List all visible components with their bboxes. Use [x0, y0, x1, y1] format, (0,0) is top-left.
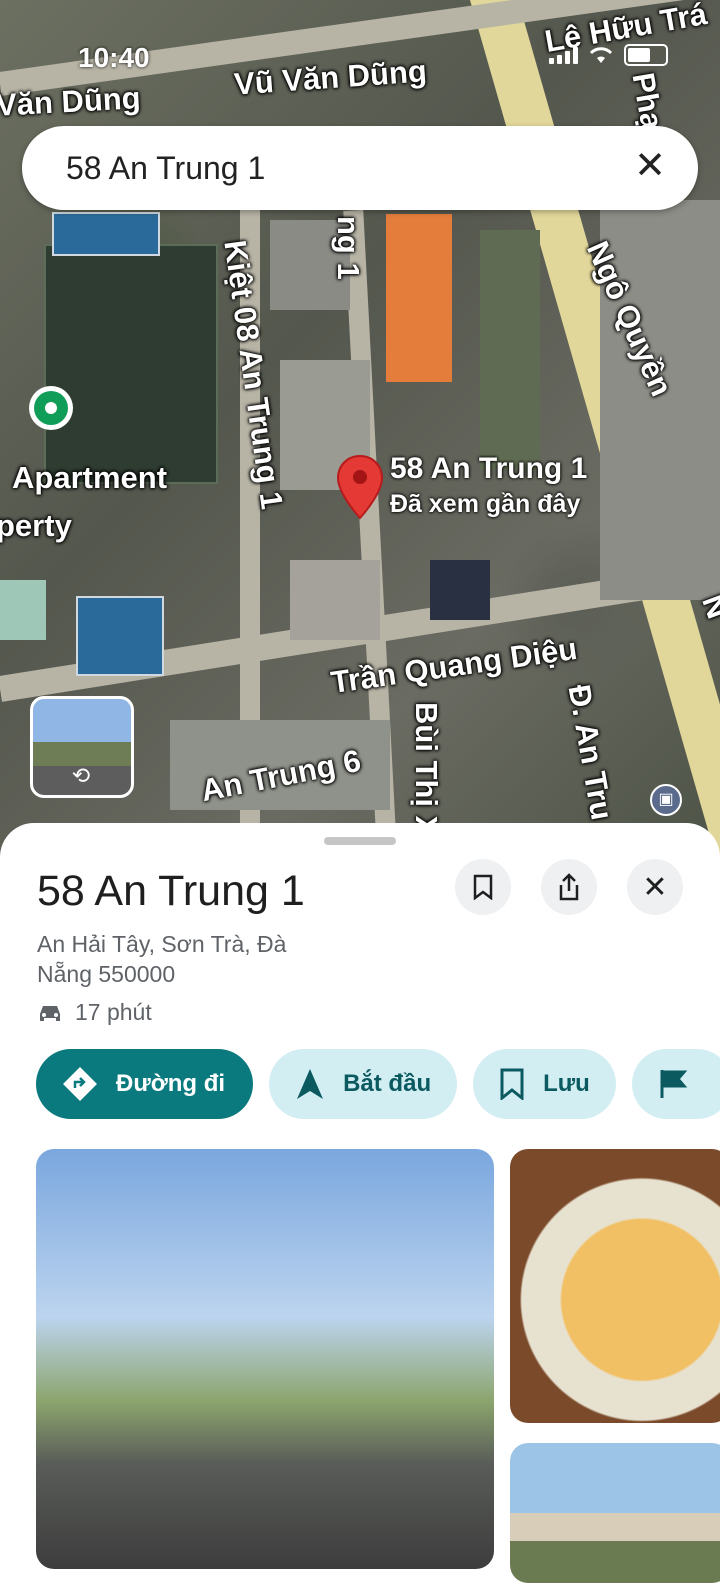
directions-icon [63, 1067, 97, 1101]
wifi-icon [589, 47, 613, 63]
pin-title: 58 An Trung 1 [390, 452, 588, 485]
action-row: Đường đi Bắt đầu Lưu [36, 1049, 720, 1119]
place-sheet[interactable]: 58 An Trung 1 ✕ An Hải Tây, Sơn Trà, Đà … [0, 823, 720, 1583]
street-label: Vũ Văn Dũng [232, 53, 428, 102]
close-button[interactable]: ✕ [627, 859, 683, 915]
directions-label: Đường đi [116, 1070, 226, 1097]
place-title: 58 An Trung 1 [37, 867, 305, 915]
drag-handle[interactable] [324, 837, 396, 845]
rotate-360-icon: ⟲ [71, 763, 91, 788]
street-label: Văn Dũng [0, 80, 142, 123]
signal-icon [549, 46, 578, 64]
save-button[interactable] [455, 859, 511, 915]
status-icons [549, 44, 668, 66]
car-icon [40, 1005, 60, 1021]
start-button[interactable]: Bắt đầu [269, 1049, 458, 1119]
poi-marker[interactable] [29, 386, 73, 430]
street-label: Đ. An Tru [561, 682, 620, 823]
pin-subtitle: Đã xem gần đây [390, 490, 581, 518]
share-icon [559, 873, 579, 901]
bookmark-icon [473, 874, 493, 900]
bookmark-icon [500, 1068, 524, 1100]
share-button[interactable] [541, 859, 597, 915]
street-label: Bùi Thị X [409, 702, 444, 837]
close-icon: ✕ [642, 870, 668, 904]
search-input[interactable]: 58 An Trung 1 [66, 150, 265, 187]
label-chip[interactable] [631, 1049, 720, 1119]
status-time: 10:40 [78, 42, 150, 73]
pin-label: 58 An Trung 1 Đã xem gần đây [390, 452, 587, 519]
navigation-arrow-icon [297, 1069, 324, 1099]
battery-icon [624, 44, 668, 66]
flag-icon [660, 1070, 688, 1098]
street-photo[interactable] [36, 1149, 494, 1569]
close-icon[interactable]: ✕ [630, 146, 670, 186]
drive-time-text: 17 phút [75, 999, 152, 1025]
street-label: ng 1 [331, 216, 366, 280]
food-photo[interactable] [510, 1149, 720, 1423]
street-view-thumbnail[interactable]: ⟲ [30, 696, 134, 798]
building-photo[interactable] [510, 1443, 720, 1583]
place-address: An Hải Tây, Sơn Trà, Đà Nẵng 550000 [37, 931, 287, 987]
directions-button[interactable]: Đường đi [36, 1049, 254, 1119]
poi-label: Apartment [12, 460, 168, 495]
bus-stop-icon[interactable]: ▣ [650, 784, 682, 816]
start-label: Bắt đầu [343, 1070, 432, 1097]
drive-time: 17 phút [37, 999, 152, 1026]
search-bar[interactable]: 58 An Trung 1 ✕ [22, 126, 698, 210]
save-label: Lưu [543, 1070, 590, 1097]
save-chip[interactable]: Lưu [473, 1049, 616, 1119]
location-pin-icon[interactable] [336, 454, 384, 520]
poi-label: perty [0, 508, 72, 543]
